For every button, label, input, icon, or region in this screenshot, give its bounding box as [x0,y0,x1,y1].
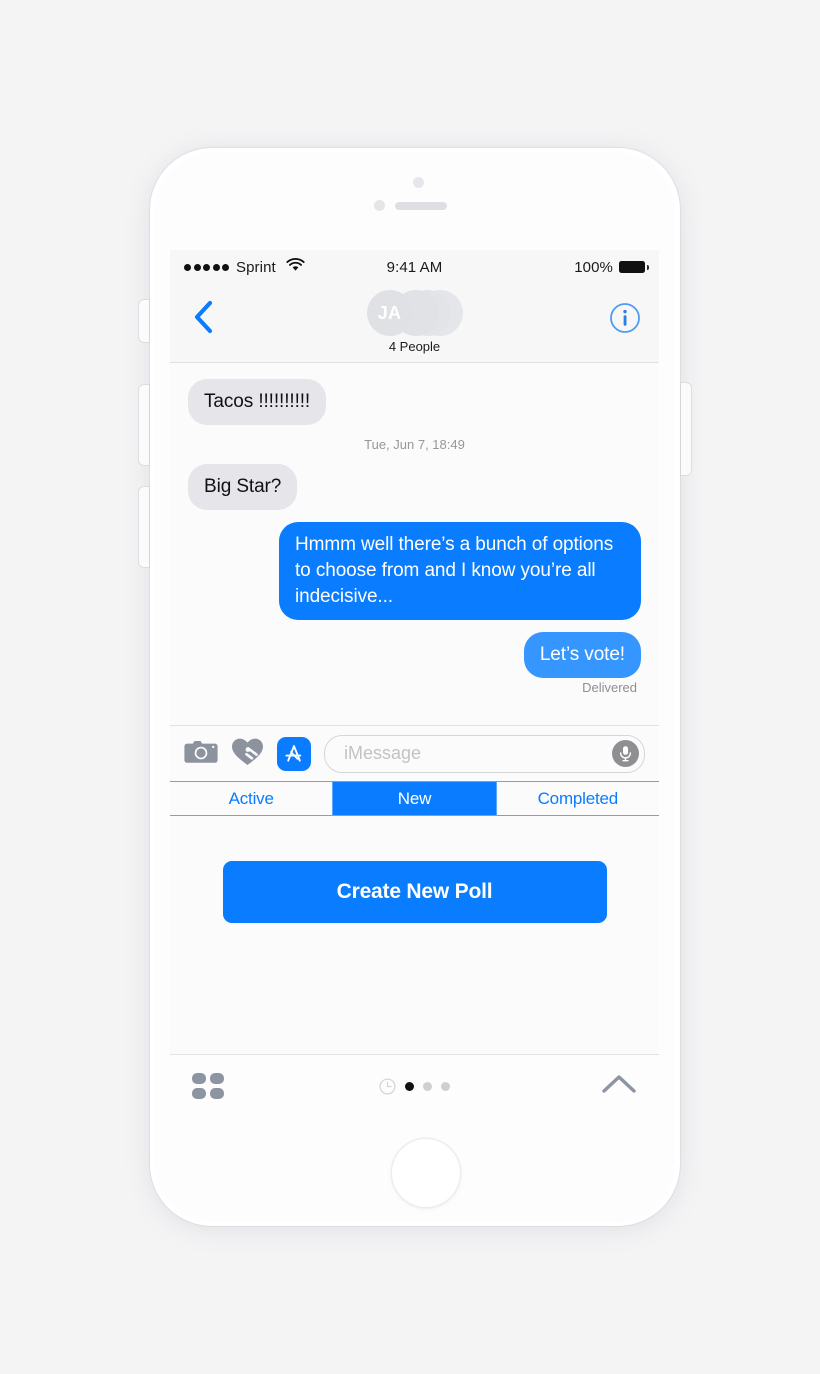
power-button[interactable] [681,383,691,475]
imessage-app-bar [170,1054,659,1117]
group-header[interactable]: JA 4 People [170,290,659,354]
expand-apps-button[interactable] [601,1073,637,1100]
message-bubble-incoming[interactable]: Big Star? [188,464,298,510]
carrier-label: Sprint [236,258,276,276]
front-camera-icon [413,177,424,188]
chevron-up-icon [602,1074,636,1093]
imessage-input[interactable] [342,742,612,765]
message-bubble-outgoing[interactable]: Let’s vote! [523,632,641,678]
imessage-field-wrapper[interactable] [324,734,645,773]
volume-up-button[interactable] [139,385,149,465]
phone-screen: Sprint 9:41 AM 100% JA 4 People Tacos !!… [170,250,659,1117]
app-page-indicator [170,1077,659,1095]
wifi-icon [286,258,305,276]
message-timestamp: Tue, Jun 7, 18:49 [364,437,465,452]
segment-new[interactable]: New [333,782,497,815]
message-bubble-incoming[interactable]: Tacos !!!!!!!!!! [188,379,327,425]
silent-switch-button[interactable] [139,300,149,342]
home-button[interactable] [392,1139,460,1207]
message-row-3: Hmmm well there’s a bunch of options to … [188,522,641,620]
app-store-icon [285,744,302,762]
earpiece-speaker [395,202,447,210]
message-list[interactable]: Tacos !!!!!!!!!! Tue, Jun 7, 18:49 Big S… [170,363,659,725]
signal-strength-icon [184,263,229,271]
info-button[interactable] [609,302,641,334]
conversation-nav-bar: JA 4 People [170,284,659,363]
heart-hand-icon [232,738,263,765]
status-bar: Sprint 9:41 AM 100% [170,250,659,284]
app-store-button[interactable] [277,736,311,771]
recents-clock-icon [379,1077,396,1095]
camera-icon [184,740,218,763]
page-dot-1 [405,1081,414,1091]
segment-completed[interactable]: Completed [496,782,659,815]
avatar-stack[interactable]: JA [366,290,463,336]
status-bar-right: 100% [574,258,649,276]
page-dot-3 [441,1081,450,1091]
message-bubble-outgoing[interactable]: Hmmm well there’s a bunch of options to … [279,522,641,620]
poll-app-panel: Create New Poll [170,816,659,1051]
volume-down-button[interactable] [139,487,149,567]
delivery-status: Delivered [582,680,637,695]
page-dot-2 [423,1081,432,1091]
dictation-button[interactable] [612,740,639,767]
create-new-poll-button[interactable]: Create New Poll [222,861,607,923]
proximity-sensor-icon [374,200,385,211]
battery-percent-label: 100% [574,258,613,276]
poll-filter-segmented-control[interactable]: Active New Completed [170,781,659,816]
digital-touch-button[interactable] [231,737,264,771]
group-title: 4 People [388,339,441,354]
segment-active[interactable]: Active [170,782,334,815]
app-grid-icon[interactable] [192,1073,224,1099]
battery-full-icon [619,261,649,273]
status-bar-left: Sprint [184,258,305,276]
message-row-1: Tacos !!!!!!!!!! [188,379,641,425]
message-input-bar [170,725,659,781]
camera-button[interactable] [184,738,218,770]
avatar: JA [366,290,413,336]
microphone-icon [619,746,632,762]
message-row-4: Let’s vote! [188,632,641,678]
message-row-2: Big Star? [188,464,641,510]
info-circle-icon [610,303,640,333]
